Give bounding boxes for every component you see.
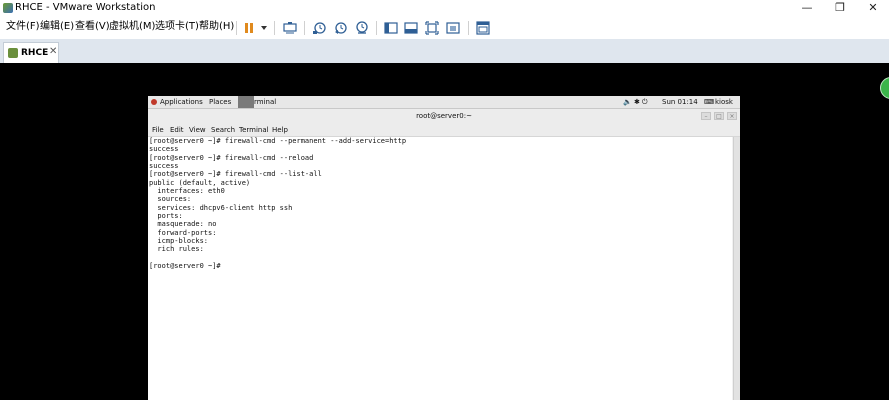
title-bar: RHCE - VMware Workstation — ❐ ✕ [0,0,889,16]
tab-label: RHCE [21,48,49,58]
applications-menu[interactable]: Applications [160,96,203,108]
terminal-title: root@server0:~ [416,112,472,120]
terminal-line: masquerade: no [149,220,217,229]
library-view-icon[interactable] [383,20,398,35]
terminal-text: [root@server0 ~]# firewall-cmd --permane… [149,137,406,271]
terminal-menu-help[interactable]: Help [272,124,288,136]
revert-snapshot-icon[interactable] [333,20,348,35]
unity-icon[interactable] [445,20,460,35]
terminal-line: public (default, active) [149,178,251,187]
terminal-line: forward-ports: [149,228,217,237]
terminal-line: [root@server0 ~]# firewall-cmd --permane… [149,137,407,145]
terminal-line: [root@server0 ~]# firewall-cmd --list-al… [149,170,322,179]
menu-vm[interactable]: 虚拟机(M) [109,20,155,34]
tab-bar: RHCE ✕ [0,39,889,64]
snapshot-icon[interactable] [311,20,326,35]
snapshot-manager-icon[interactable] [354,20,369,35]
terminal-titlebar: root@server0:~ – □ × [148,109,740,124]
terminal-line: ports: [149,212,183,221]
dropdown-arrow-icon[interactable] [256,20,271,35]
send-ctrl-alt-del-icon[interactable] [282,20,297,35]
terminal-menubar: File Edit View Search Terminal Help [148,124,740,137]
terminal-menu-view[interactable]: View [189,124,206,136]
thumbnail-view-icon[interactable] [475,20,490,35]
terminal-close-button[interactable]: × [727,112,737,120]
terminal-line: success [149,162,179,171]
terminal-line: sources: [149,195,192,204]
menu-view[interactable]: 查看(V) [75,20,110,34]
vm-icon [8,48,18,58]
console-view-icon[interactable] [403,20,418,35]
tab-rhce[interactable]: RHCE ✕ [3,42,59,63]
user-menu-icon[interactable]: ⌨ [704,96,714,108]
terminal-menu-terminal[interactable]: Terminal [239,124,269,136]
maximize-button[interactable]: ❐ [825,0,855,16]
terminal-maximize-button[interactable]: □ [714,112,724,120]
pause-icon[interactable] [241,20,256,35]
terminal-line: success [149,145,179,154]
tab-close-icon[interactable]: ✕ [49,46,57,58]
toolbar-separator [304,21,305,35]
terminal-output[interactable]: [root@server0 ~]# firewall-cmd --permane… [148,137,732,400]
gnome-top-bar: Applications Places rminal 🔈 ✱ ⏻ Sun 01:… [148,96,740,109]
terminal-menu-edit[interactable]: Edit [170,124,184,136]
redhat-icon [151,99,157,105]
menu-edit[interactable]: 编辑(E) [40,20,74,34]
terminal-taskbar-label[interactable]: rminal [254,96,276,108]
terminal-menu-search[interactable]: Search [211,124,235,136]
menu-tabs[interactable]: 选项卡(T) [155,20,199,34]
clock[interactable]: Sun 01:14 [662,96,698,108]
close-button[interactable]: ✕ [858,0,888,16]
terminal-line: services: dhcpv6-client http ssh [149,203,293,212]
menu-help[interactable]: 帮助(H) [199,20,234,34]
terminal-scrollbar[interactable] [733,137,740,400]
terminal-line: icmp-blocks: [149,237,209,246]
full-screen-icon[interactable] [424,20,439,35]
menu-file[interactable]: 文件(F) [6,20,40,34]
places-menu[interactable]: Places [209,96,231,108]
menu-toolbar-bar: 文件(F) 编辑(E) 查看(V) 虚拟机(M) 选项卡(T) 帮助(H) [0,16,889,39]
terminal-taskbar-thumbnail-icon[interactable] [238,96,254,108]
toolbar-separator [468,21,469,35]
toolbar-separator [274,21,275,35]
minimize-button[interactable]: — [792,0,822,16]
vmware-app-icon [3,3,13,13]
terminal-window: root@server0:~ – □ × File Edit View Sear… [148,109,740,400]
toolbar-separator [236,21,237,35]
terminal-line: interfaces: eth0 [149,187,225,196]
terminal-line: rich rules: [149,245,204,254]
window-title: RHCE - VMware Workstation [15,2,156,13]
status-icons[interactable]: 🔈 ✱ ⏻ [623,96,648,108]
terminal-line: [root@server0 ~]# firewall-cmd --reload [149,153,314,162]
terminal-minimize-button[interactable]: – [701,112,711,120]
user-menu[interactable]: kiosk [715,96,733,108]
terminal-line: [root@server0 ~]# [149,262,221,271]
terminal-menu-file[interactable]: File [152,124,164,136]
toolbar-separator [376,21,377,35]
